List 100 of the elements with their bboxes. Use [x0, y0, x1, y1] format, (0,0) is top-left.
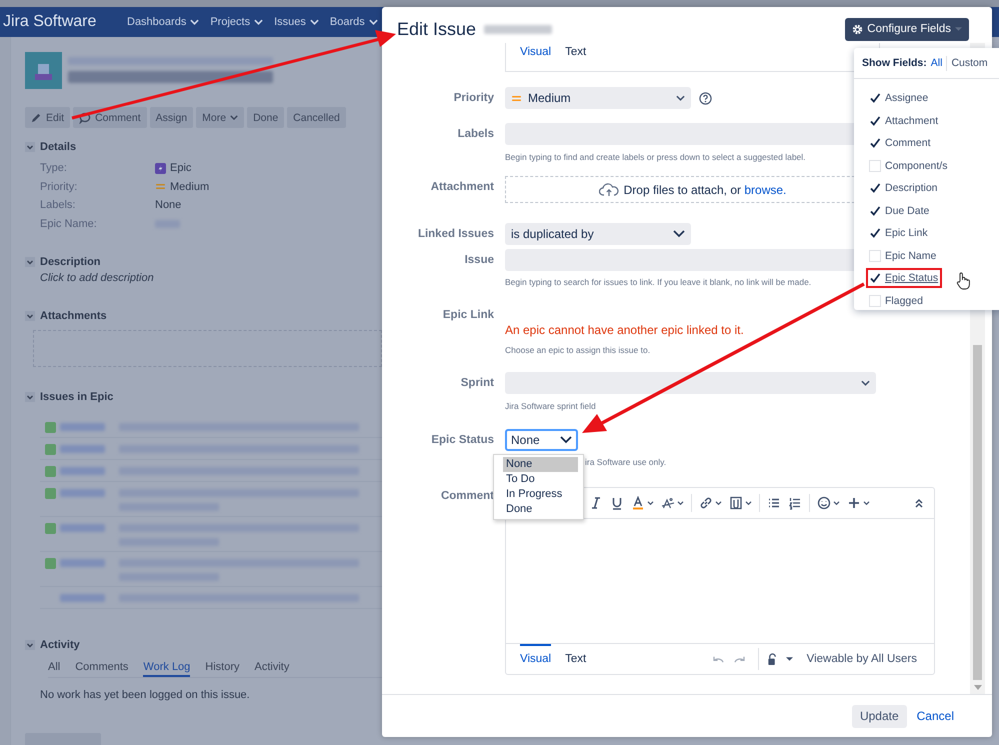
field-label: Type:	[39, 162, 68, 174]
field-option[interactable]: Epic Status	[885, 272, 938, 284]
field-option[interactable]: Attachment	[885, 114, 938, 127]
emoji-icon[interactable]	[817, 496, 831, 510]
text-style-icon[interactable]	[661, 496, 675, 510]
hand-cursor-icon	[956, 272, 970, 290]
field-label: Attachment	[430, 180, 494, 195]
caret-icon	[310, 19, 319, 25]
project-avatar-icon	[25, 52, 62, 89]
section-title: Activity	[40, 639, 80, 651]
field-option[interactable]: Epic Name	[885, 250, 936, 262]
field-label: Issue	[464, 253, 494, 268]
cloud-upload-icon	[598, 182, 619, 196]
comment-icon	[79, 112, 92, 124]
checkbox[interactable]	[869, 272, 881, 284]
checkbox[interactable]	[869, 227, 881, 240]
lightning-icon	[155, 162, 166, 174]
editor-mode-tab[interactable]: Text	[565, 46, 586, 58]
dropdown-option[interactable]: To Do	[503, 472, 578, 487]
caret-icon	[647, 500, 654, 506]
text-color-icon[interactable]	[631, 496, 645, 510]
caret-icon	[955, 27, 962, 31]
italic-icon[interactable]	[589, 496, 603, 510]
underline-icon[interactable]	[610, 496, 624, 510]
field-option[interactable]: Flagged	[885, 294, 923, 307]
select-field[interactable]: is duplicated by	[505, 223, 691, 245]
chevron-icon[interactable]	[25, 311, 35, 321]
field-option[interactable]: Due Date	[885, 204, 930, 217]
select-field[interactable]: None	[505, 429, 578, 451]
field-option[interactable]: Description	[885, 182, 938, 194]
settings-icon	[852, 24, 864, 34]
activity-tab[interactable]: All	[48, 659, 60, 677]
cancel-link[interactable]: Cancel	[916, 709, 954, 723]
activity-tab[interactable]: Work Log	[143, 659, 190, 677]
chevron-icon[interactable]	[25, 392, 35, 402]
editor-mode-tab[interactable]: Visual	[520, 644, 552, 674]
editor-mode-tab[interactable]: Text	[565, 644, 586, 674]
unlock-icon[interactable]	[766, 652, 778, 666]
description-placeholder[interactable]: Click to add description	[25, 269, 382, 287]
field-option[interactable]: Epic Link	[885, 227, 928, 240]
collapse-icon[interactable]	[914, 498, 924, 508]
activity-tab[interactable]: Activity	[254, 659, 290, 677]
redacted-text	[60, 445, 105, 453]
field-label: Epic Status	[430, 433, 494, 448]
help-icon[interactable]	[699, 92, 712, 104]
chevron-icon[interactable]	[25, 257, 35, 267]
field-option[interactable]: Component/s	[885, 160, 948, 172]
field-mode-link[interactable]: Custom	[951, 57, 988, 69]
field-option[interactable]: Assignee	[885, 92, 928, 104]
field-hint: Begin typing to search for issues to link. If you leave it blank, no link will be made.	[505, 277, 812, 287]
checkbox[interactable]	[869, 137, 881, 150]
chevron-down-icon	[861, 380, 870, 386]
story-icon	[45, 558, 56, 568]
caret-icon	[190, 19, 200, 25]
chevron-icon[interactable]	[25, 640, 35, 650]
caret-icon	[677, 500, 684, 506]
field-label: Sprint	[460, 376, 494, 391]
caret-icon	[786, 657, 793, 661]
chevron-down-icon	[560, 436, 572, 444]
plus-icon[interactable]	[847, 496, 861, 510]
editor-mode-tab[interactable]: Visual	[520, 46, 552, 58]
visibility-selector[interactable]: Viewable by All Users	[806, 653, 917, 665]
activity-tab[interactable]: History	[205, 659, 240, 677]
app-logo[interactable]: Jira Software	[0, 13, 127, 31]
select-field[interactable]	[505, 372, 876, 394]
chevron-icon[interactable]	[25, 142, 35, 152]
nav-menu[interactable]: Projects	[210, 16, 264, 28]
nav-menu[interactable]: Boards	[330, 16, 378, 28]
caret-icon	[368, 19, 378, 25]
pencil-icon	[31, 112, 42, 123]
checkbox[interactable]	[869, 114, 881, 127]
field-option[interactable]: Comment	[885, 137, 931, 150]
paperclip-icon[interactable]	[729, 496, 743, 510]
checkbox[interactable]	[869, 182, 881, 194]
nav-menu[interactable]: Dashboards	[127, 16, 200, 28]
caret-icon	[833, 500, 840, 506]
dropdown-option[interactable]: None	[503, 457, 578, 472]
section-title: Details	[40, 141, 76, 153]
nav-menu[interactable]: Issues	[274, 16, 319, 28]
activity-tab[interactable]: Comments	[75, 659, 128, 677]
bullet-list-icon[interactable]	[767, 496, 781, 510]
caret-icon	[254, 19, 264, 25]
update-button[interactable]: Update	[852, 704, 907, 728]
redacted-text	[60, 594, 105, 602]
select-field[interactable]: Medium	[505, 87, 691, 109]
field-value: Medium	[170, 180, 210, 193]
field-mode-link[interactable]: All	[930, 57, 942, 69]
story-icon	[45, 444, 56, 454]
link-icon[interactable]	[699, 496, 713, 510]
numbered-list-icon[interactable]	[788, 496, 802, 510]
configure-fields-button[interactable]: Configure Fields	[845, 18, 969, 40]
dropdown-option[interactable]: In Progress	[503, 487, 578, 502]
field-hint: ira Software use only.	[585, 457, 666, 467]
caret-icon	[715, 500, 722, 506]
browse-link[interactable]: browse.	[744, 182, 786, 196]
scrollbar-thumb[interactable]	[973, 345, 982, 680]
checkbox[interactable]	[869, 92, 881, 104]
dropdown-option[interactable]: Done	[503, 502, 578, 517]
field-label: Linked Issues	[416, 227, 494, 242]
checkbox[interactable]	[869, 204, 881, 217]
